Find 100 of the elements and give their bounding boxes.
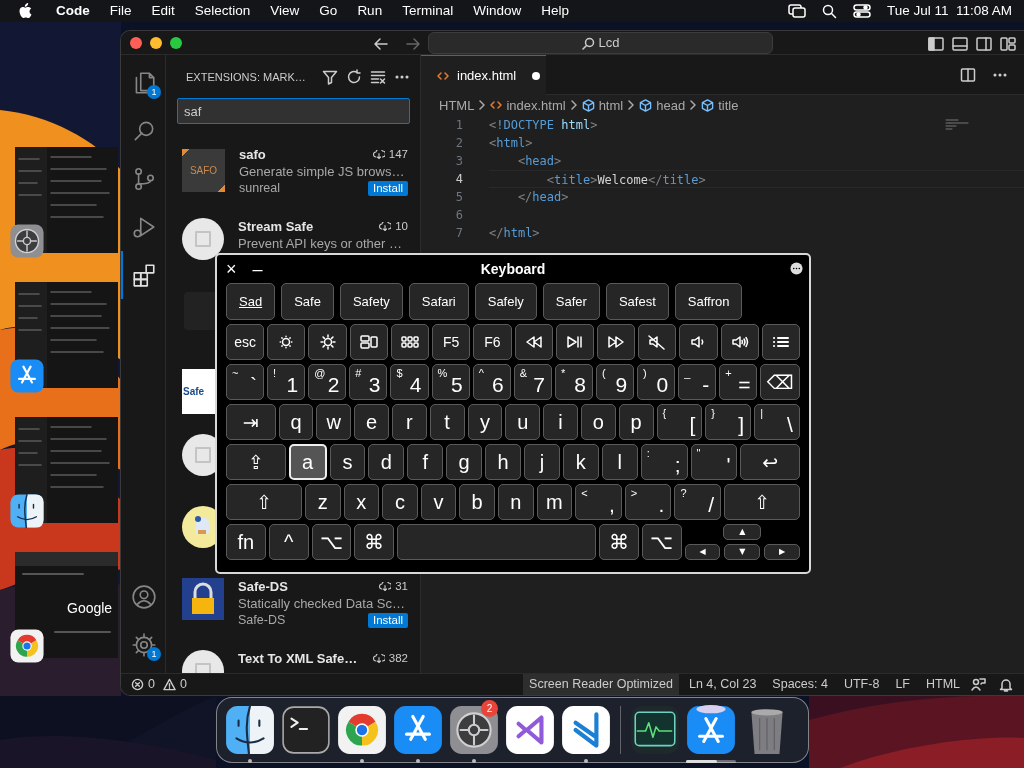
- suggestion-key[interactable]: Safe: [281, 283, 334, 320]
- menu-item[interactable]: File: [109, 0, 132, 22]
- status-item[interactable]: Screen Reader Optimized: [523, 674, 679, 695]
- monitor-icon[interactable]: [629, 704, 681, 756]
- face-icon[interactable]: [224, 704, 276, 756]
- keyboard-key[interactable]: r: [391, 404, 427, 440]
- keyboard-key[interactable]: [596, 324, 636, 360]
- keyboard-key[interactable]: [514, 324, 553, 360]
- gear-icon[interactable]: [131, 632, 157, 658]
- menu-clock[interactable]: Tue Jul 11 11:08 AM: [886, 0, 1012, 22]
- extension-name[interactable]: Safe-DS: [238, 578, 288, 596]
- search-icon[interactable]: [821, 3, 837, 19]
- suggestion-key[interactable]: Safety: [339, 283, 403, 320]
- breadcrumb-item[interactable]: title: [701, 95, 739, 116]
- keyboard-key[interactable]: m: [536, 484, 573, 520]
- split-editor-icon[interactable]: [960, 66, 976, 83]
- keyboard-key[interactable]: z: [304, 484, 341, 520]
- install-button[interactable]: Install: [367, 181, 408, 197]
- keyboard-key[interactable]: @2: [308, 364, 347, 400]
- keyboard-key[interactable]: ^: [268, 524, 309, 560]
- keyboard-key[interactable]: { [: [656, 404, 703, 440]
- keyboard-key[interactable]: n: [498, 484, 534, 520]
- menu-item[interactable]: Window: [473, 0, 522, 22]
- problems-indicator[interactable]: 0 0: [125, 674, 197, 695]
- keyboard-key[interactable]: ⌥: [641, 524, 682, 560]
- close-button[interactable]: ×: [226, 260, 237, 278]
- keyboard-key[interactable]: e: [354, 404, 389, 440]
- search-field[interactable]: saf: [177, 98, 410, 125]
- keyboard-key[interactable]: ) 0: [637, 364, 676, 400]
- keyboard-key[interactable]: ⇧: [226, 484, 302, 520]
- minimize-button[interactable]: –: [252, 260, 263, 278]
- app-menu[interactable]: Code: [56, 0, 90, 22]
- breadcrumb-item[interactable]: index.html: [490, 95, 566, 116]
- filter-icon[interactable]: [322, 68, 338, 85]
- keyboard-key[interactable]: i: [543, 404, 578, 440]
- keyboard-key[interactable]: g: [446, 444, 483, 480]
- keyboard-key[interactable]: [761, 324, 801, 360]
- minimize-button[interactable]: [150, 37, 162, 49]
- keyboard-key[interactable]: F6: [473, 324, 512, 360]
- keyboard-key[interactable]: a: [288, 444, 327, 480]
- keyboard-key[interactable]: fn: [226, 524, 266, 560]
- keyboard-key[interactable]: s: [329, 444, 366, 480]
- command-search-field[interactable]: Lcd: [428, 32, 773, 54]
- layout-icon[interactable]: [976, 36, 992, 52]
- keyboard-key[interactable]: ⌫: [760, 364, 801, 400]
- keyboard-key[interactable]: * 8: [554, 364, 593, 400]
- menu-item[interactable]: Go: [319, 0, 338, 22]
- keyboard-key[interactable]: f: [407, 444, 444, 480]
- keyboard-key[interactable]: h: [485, 444, 521, 480]
- keyboard-key[interactable]: x: [343, 484, 380, 520]
- keyboard-key[interactable]: ⇧: [724, 484, 800, 520]
- keyboard-key[interactable]: b: [459, 484, 495, 520]
- status-item[interactable]: LF: [889, 674, 916, 695]
- keyboard-key[interactable]: ⇥: [226, 404, 276, 440]
- clear-icon[interactable]: [370, 68, 386, 85]
- breadcrumb-item[interactable]: html: [581, 95, 624, 116]
- breadcrumb-item[interactable]: HTML: [439, 95, 475, 116]
- menu-item[interactable]: Terminal: [402, 0, 454, 22]
- account-icon[interactable]: [131, 584, 157, 610]
- menu-item[interactable]: Edit: [151, 0, 175, 22]
- keyboard-key[interactable]: ! 1: [267, 364, 306, 400]
- ribbon-icon[interactable]: [560, 704, 612, 756]
- keyboard-key[interactable]: + =: [719, 364, 758, 400]
- keyboard-key[interactable]: t: [429, 404, 465, 440]
- keyboard-key[interactable]: F5: [432, 324, 471, 360]
- suggestion-key[interactable]: Safer: [542, 283, 600, 320]
- suggestion-key[interactable]: Sad: [226, 283, 276, 320]
- keyboard-key[interactable]: d: [368, 444, 405, 480]
- refresh-icon[interactable]: [346, 68, 362, 85]
- keyboard-key[interactable]: : ;: [640, 444, 688, 480]
- keyboard-key[interactable]: ( 9: [596, 364, 635, 400]
- pencil-brush-icon[interactable]: [685, 704, 737, 756]
- keyboard-key[interactable]: % 5: [431, 364, 470, 400]
- extension-name[interactable]: Text To XML Safe…: [238, 650, 358, 668]
- status-item[interactable]: Spaces: 4: [766, 674, 834, 695]
- keyboard-key[interactable]: ⌘: [599, 524, 639, 560]
- layout-icon[interactable]: [1000, 36, 1016, 52]
- keyboard-key[interactable]: ^ 6: [472, 364, 511, 400]
- keyboard-key[interactable]: [638, 324, 677, 360]
- apple-icon[interactable]: [18, 3, 32, 19]
- extension-name[interactable]: Stream Safe: [238, 218, 314, 236]
- keyboard-key[interactable]: # 3: [349, 364, 388, 400]
- feedback-icon[interactable]: [970, 676, 986, 693]
- options-icon[interactable]: [790, 262, 803, 275]
- menu-item[interactable]: View: [270, 0, 300, 22]
- terminal-icon[interactable]: [280, 704, 332, 756]
- keyboard-key[interactable]: k: [562, 444, 599, 480]
- menu-item[interactable]: Help: [541, 0, 569, 22]
- keyboard-key[interactable]: esc: [226, 324, 265, 360]
- keyboard-key[interactable]: [308, 324, 347, 360]
- arrow-key[interactable]: ▲: [723, 524, 762, 540]
- layout-icon[interactable]: [928, 36, 944, 52]
- layout-icon[interactable]: [952, 36, 968, 52]
- keyboard-key[interactable]: " ': [690, 444, 738, 480]
- keyboard-key[interactable]: ⌥: [311, 524, 352, 560]
- keyboard-key[interactable]: u: [505, 404, 541, 440]
- keyboard-key[interactable]: ⇪: [226, 444, 286, 480]
- keyboard-key[interactable]: & 7: [513, 364, 552, 400]
- ribbon-icon[interactable]: [504, 704, 556, 756]
- arrow-key[interactable]: ▶: [764, 544, 800, 560]
